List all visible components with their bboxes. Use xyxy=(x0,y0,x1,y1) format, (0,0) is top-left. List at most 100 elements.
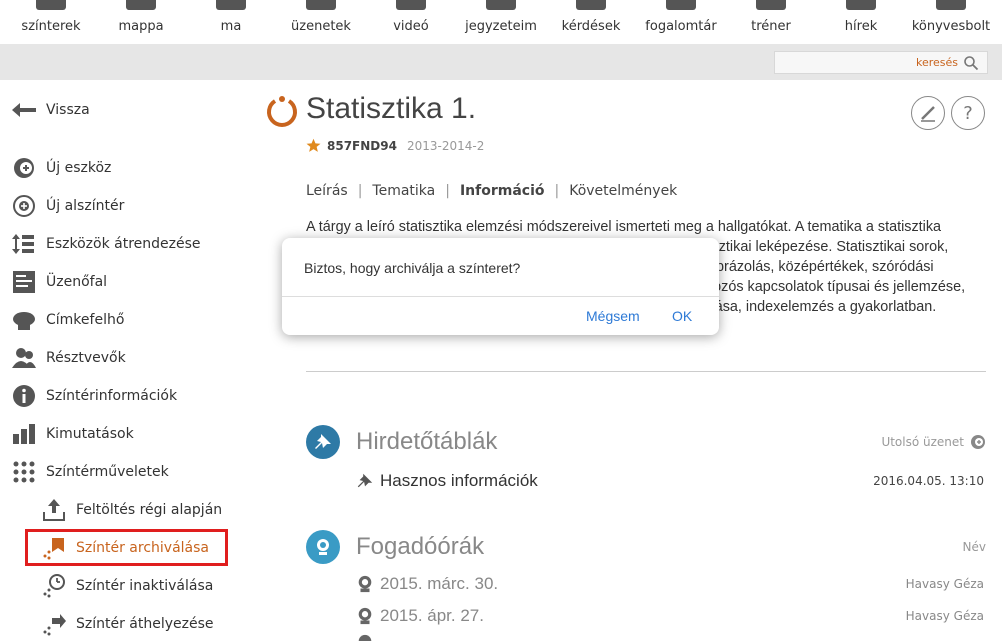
course-meta: 857FND94 2013-2014-2 xyxy=(306,138,484,153)
nav-label: kérdések xyxy=(561,19,621,34)
edit-button[interactable] xyxy=(911,96,945,130)
tab-information[interactable]: Információ xyxy=(460,183,545,199)
sidebar-item-new-tool[interactable]: Új eszköz xyxy=(12,156,111,180)
pin-icon xyxy=(356,472,374,490)
video-icon xyxy=(396,0,426,10)
sidebar-item-course-info[interactable]: Színtérinformációk xyxy=(12,384,177,408)
sidebar-item-participants[interactable]: Résztvevők xyxy=(12,346,126,370)
sidebar-item-stats[interactable]: Kimutatások xyxy=(12,422,134,446)
message-board-icon xyxy=(12,270,36,294)
list-item-partial xyxy=(356,632,984,641)
move-icon xyxy=(42,612,66,636)
add-circle-icon[interactable] xyxy=(970,434,986,450)
sidebar-subitem-label: Színtér áthelyezése xyxy=(76,616,214,632)
tab-requirements[interactable]: Követelmények xyxy=(569,183,677,199)
trainer-icon xyxy=(756,0,786,10)
highlight-box xyxy=(25,529,228,566)
sidebar-subitem-move[interactable]: Színtér áthelyezése xyxy=(42,612,214,636)
nav-item-glossary[interactable]: fogalomtár xyxy=(636,0,726,44)
glossary-icon xyxy=(666,0,696,10)
nav-label: ma xyxy=(220,19,242,34)
folder-icon xyxy=(126,0,156,10)
page-title: Statisztika 1. xyxy=(306,92,477,125)
pencil-icon xyxy=(921,106,935,122)
course-code: 857FND94 xyxy=(327,138,397,153)
office-hour-name: Havasy Géza xyxy=(905,609,984,623)
search-placeholder: keresés xyxy=(915,56,958,69)
board-item-title[interactable]: Hasznos információk xyxy=(380,471,538,491)
upload-icon xyxy=(42,498,66,522)
sidebar-subitem-upload-old[interactable]: Feltöltés régi alapján xyxy=(42,498,222,522)
sidebar-item-label: Címkefelhő xyxy=(46,312,125,328)
sidebar-item-tag-cloud[interactable]: Címkefelhő xyxy=(12,308,124,332)
nav-label: hírek xyxy=(844,19,878,34)
board-column-header: Utolsó üzenet xyxy=(881,434,986,450)
nav-label: színterek xyxy=(21,19,81,34)
webcam-icon xyxy=(356,634,374,641)
last-message-label: Utolsó üzenet xyxy=(881,435,964,449)
cancel-button[interactable]: Mégsem xyxy=(586,308,640,324)
add-subcourse-icon xyxy=(12,194,36,218)
nav-item-courses[interactable]: színterek xyxy=(6,0,96,44)
participants-icon xyxy=(12,346,36,370)
sidebar-item-label: Új eszköz xyxy=(46,160,112,176)
search-input[interactable]: keresés xyxy=(774,51,988,74)
nav-label: tréner xyxy=(751,19,791,34)
nav-item-questions[interactable]: kérdések xyxy=(546,0,636,44)
board-item-date: 2016.04.05. 13:10 xyxy=(873,474,984,488)
office-hour-name: Havasy Géza xyxy=(905,577,984,591)
confirm-dialog: Biztos, hogy archiválja a színteret? Még… xyxy=(282,238,719,335)
back-label: Vissza xyxy=(46,102,90,118)
nav-item-today[interactable]: ma xyxy=(186,0,276,44)
nav-item-folder[interactable]: mappa xyxy=(96,0,186,44)
course-tabs: Leírás | Tematika | Információ | Követel… xyxy=(306,183,677,199)
sidebar-item-operations[interactable]: Színtérműveletek xyxy=(12,460,169,484)
info-icon xyxy=(12,384,36,408)
nav-item-messages[interactable]: üzenetek xyxy=(276,0,366,44)
list-item[interactable]: 2015. ápr. 27. Havasy Géza xyxy=(356,605,984,627)
sidebar-item-new-subcourse[interactable]: Új alszíntér xyxy=(12,194,124,218)
sidebar-item-label: Kimutatások xyxy=(46,426,134,442)
tab-separator: | xyxy=(445,183,450,199)
section-title-board: Hirdetőtáblák xyxy=(356,428,498,455)
office-hour-date[interactable]: 2015. márc. 30. xyxy=(380,574,498,594)
reorder-icon xyxy=(12,232,36,256)
dialog-divider xyxy=(282,296,719,297)
office-hour-date[interactable]: 2015. ápr. 27. xyxy=(380,606,484,626)
nav-label: mappa xyxy=(118,19,164,34)
back-link[interactable]: Vissza xyxy=(12,98,90,122)
help-button[interactable]: ? xyxy=(951,96,985,130)
messages-icon xyxy=(306,0,336,10)
sidebar-subitem-label: Színtér inaktiválása xyxy=(76,578,214,594)
stats-icon xyxy=(12,422,36,446)
questions-icon xyxy=(576,0,606,10)
sidebar-item-reorder[interactable]: Eszközök átrendezése xyxy=(12,232,201,256)
nav-item-trainer[interactable]: tréner xyxy=(726,0,816,44)
webcam-section-icon xyxy=(306,530,340,564)
tab-syllabus[interactable]: Tematika xyxy=(372,183,435,199)
search-icon[interactable] xyxy=(963,55,979,71)
dialog-message: Biztos, hogy archiválja a színteret? xyxy=(304,260,521,276)
tab-description[interactable]: Leírás xyxy=(306,183,348,199)
nav-item-video[interactable]: videó xyxy=(366,0,456,44)
nav-label: jegyzeteim xyxy=(465,19,537,34)
sidebar-item-message-board[interactable]: Üzenőfal xyxy=(12,270,107,294)
news-icon xyxy=(846,0,876,10)
course-logo-icon xyxy=(267,96,297,127)
list-item[interactable]: Hasznos információk 2016.04.05. 13:10 xyxy=(356,470,984,492)
nav-label: videó xyxy=(393,19,429,34)
list-item[interactable]: 2015. márc. 30. Havasy Géza xyxy=(356,573,984,595)
notes-icon xyxy=(486,0,516,10)
course-term: 2013-2014-2 xyxy=(406,138,485,153)
deactivate-icon xyxy=(42,574,66,598)
nav-item-notes[interactable]: jegyzeteim xyxy=(456,0,546,44)
star-icon[interactable] xyxy=(306,138,321,153)
office-hours-column-header: Név xyxy=(963,540,986,554)
sidebar-item-label: Színtérinformációk xyxy=(46,388,178,404)
nav-item-news[interactable]: hírek xyxy=(816,0,906,44)
question-icon: ? xyxy=(963,102,973,124)
sidebar-subitem-deactivate[interactable]: Színtér inaktiválása xyxy=(42,574,213,598)
nav-item-bookstore[interactable]: könyvesbolt xyxy=(906,0,996,44)
back-arrow-icon xyxy=(12,98,36,122)
ok-button[interactable]: OK xyxy=(672,308,692,324)
